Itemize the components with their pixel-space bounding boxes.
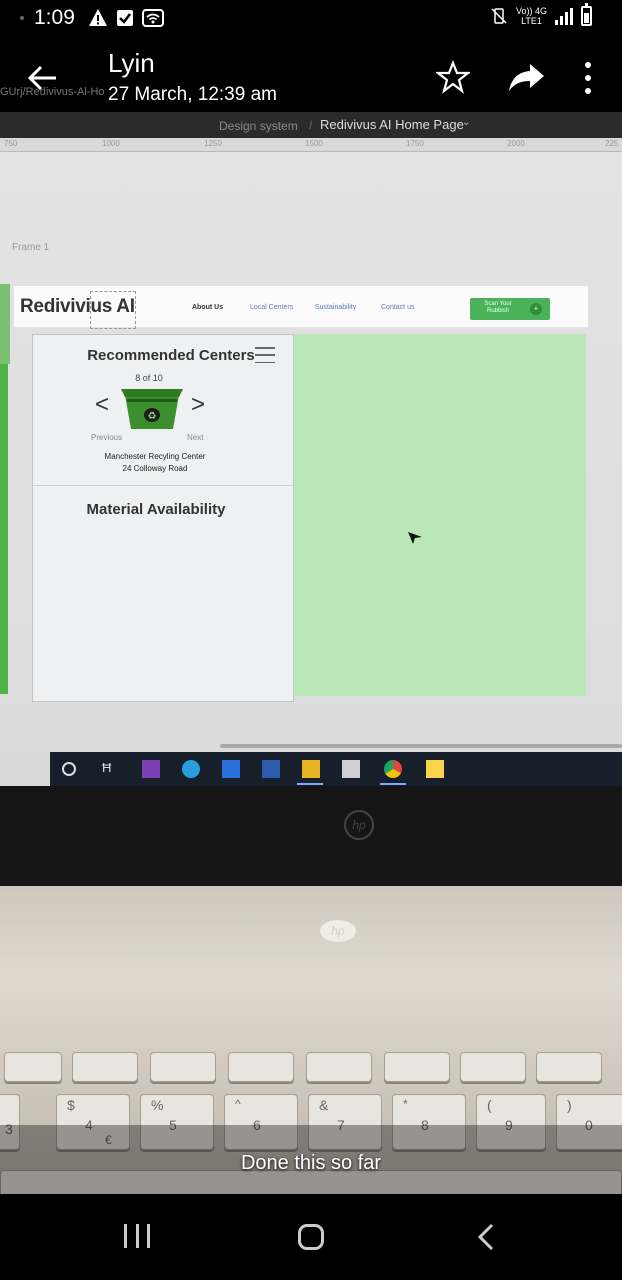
network-label-line1: Vo)) 4G	[515, 6, 547, 16]
keyboard-key	[536, 1052, 602, 1082]
nav-sustainability[interactable]: Sustainability	[315, 304, 356, 311]
previous-arrow[interactable]: <	[95, 391, 109, 419]
word-icon[interactable]	[262, 760, 280, 778]
cortana-icon[interactable]	[62, 762, 76, 776]
plus-icon: +	[530, 303, 542, 315]
breadcrumb-separator: /	[309, 118, 313, 132]
nav-about-us[interactable]: About Us	[192, 304, 223, 311]
frame-label[interactable]: Frame 1	[12, 242, 49, 253]
next-label[interactable]: Next	[187, 433, 203, 442]
forward-share-icon[interactable]	[506, 60, 546, 94]
store-icon[interactable]	[342, 760, 360, 778]
next-arrow[interactable]: >	[191, 391, 205, 419]
back-arrow-icon[interactable]	[22, 58, 62, 98]
laptop-bezel	[0, 786, 622, 886]
offscreen-frame-top	[0, 284, 10, 364]
svg-text:♻: ♻	[148, 411, 157, 422]
figma-toolbar: Design system / Redivivus AI Home Page ⌄	[0, 112, 622, 138]
nav-contact-us[interactable]: Contact us	[381, 304, 414, 311]
ruler-tick: 1500	[305, 139, 323, 148]
battery-icon	[581, 3, 592, 26]
onenote-icon[interactable]	[142, 760, 160, 778]
menu-icon[interactable]	[255, 347, 275, 363]
task-view-icon[interactable]: Ħ	[102, 760, 120, 778]
mouse-cursor-icon	[408, 532, 422, 544]
figma-canvas[interactable]: Frame 1 Redivivius AI About Us Local Cen…	[0, 152, 622, 752]
hp-logo: hp	[344, 810, 374, 840]
material-availability-title: Material Availability	[86, 501, 226, 518]
active-app-indicator	[297, 783, 323, 785]
chrome-icon[interactable]	[384, 760, 402, 778]
keyboard-key	[306, 1052, 372, 1082]
ruler-tick: 1000	[102, 139, 120, 148]
horizontal-scrollbar[interactable]	[220, 744, 622, 748]
android-nav-bar	[0, 1194, 622, 1280]
image-caption: Done this so far	[240, 1152, 382, 1174]
chevron-down-icon: ⌄	[462, 117, 471, 128]
checkbox-icon	[116, 9, 134, 27]
recent-apps-icon[interactable]	[124, 1224, 150, 1248]
ruler-tick: 750	[4, 139, 18, 148]
taskbar-left-edge	[0, 752, 50, 786]
signal-icon	[555, 7, 573, 25]
keyboard-key	[150, 1052, 216, 1082]
more-options-icon[interactable]	[578, 62, 598, 94]
center-name: Manchester Recyling Center	[104, 452, 206, 461]
scan-rubbish-button[interactable]: Scan Your Rubbish +	[470, 298, 550, 320]
mute-vibrate-icon	[491, 8, 507, 24]
keyboard-key	[4, 1052, 62, 1082]
status-bar: 1:09 Vo)) 4G LTE1	[0, 0, 622, 40]
recycle-bin-icon: ♻	[121, 389, 183, 429]
network-label: Vo)) 4G LTE1	[516, 6, 547, 26]
edge-icon[interactable]	[182, 760, 200, 778]
status-time: 1:09	[34, 6, 75, 29]
windows-taskbar: Ħ	[50, 752, 622, 786]
sender-name: Lyin	[108, 48, 155, 78]
ruler: 750 1000 1250 1500 1750 2000 225	[0, 138, 622, 152]
photo-viewer-header: GUrj/Redivivus-Al-Ho Lyin 27 March, 12:3…	[0, 40, 622, 112]
keyboard-key	[384, 1052, 450, 1082]
green-content-area	[292, 334, 586, 696]
network-label-line2: LTE1	[521, 16, 542, 26]
nav-local-centers[interactable]: Local Centers	[250, 304, 293, 311]
scan-rubbish-label: Scan Your Rubbish	[484, 301, 512, 314]
center-address: 24 Colloway Road	[122, 464, 188, 473]
notification-icons	[88, 8, 164, 28]
active-app-indicator	[380, 783, 406, 785]
sticky-notes-icon[interactable]	[426, 760, 444, 778]
selection-box	[90, 291, 136, 329]
breadcrumb-page: Redivivus AI Home Page	[320, 117, 464, 132]
status-dot	[20, 16, 24, 20]
photo: Design system / Redivivus AI Home Page ⌄…	[0, 112, 622, 1194]
keyboard-key	[460, 1052, 526, 1082]
keyboard-key	[72, 1052, 138, 1082]
file-explorer-icon[interactable]	[302, 760, 320, 778]
ruler-tick: 225	[605, 139, 619, 148]
warning-icon	[88, 8, 108, 28]
back-icon[interactable]	[474, 1222, 498, 1252]
site-navbar: Redivivius AI About Us Local Centers Sus…	[14, 286, 588, 329]
keyboard-key	[228, 1052, 294, 1082]
sent-date: 27 March, 12:39 am	[108, 84, 277, 105]
recommended-centers-panel: Recommended Centers 8 of 10 < ♻ > Previo…	[32, 334, 294, 702]
mail-icon[interactable]	[222, 760, 240, 778]
wifi-icon	[142, 9, 164, 27]
star-icon[interactable]	[436, 60, 470, 94]
ruler-tick: 1750	[406, 139, 424, 148]
ruler-tick: 2000	[507, 139, 525, 148]
home-icon[interactable]	[298, 1224, 324, 1250]
status-right: Vo)) 4G LTE1	[490, 3, 592, 26]
center-count: 8 of 10	[135, 373, 163, 383]
hp-logo-deck: hp	[320, 920, 356, 942]
previous-label[interactable]: Previous	[91, 433, 122, 442]
breadcrumb-project: Design system	[219, 119, 298, 133]
ruler-tick: 1250	[204, 139, 222, 148]
panel-divider	[33, 485, 293, 486]
